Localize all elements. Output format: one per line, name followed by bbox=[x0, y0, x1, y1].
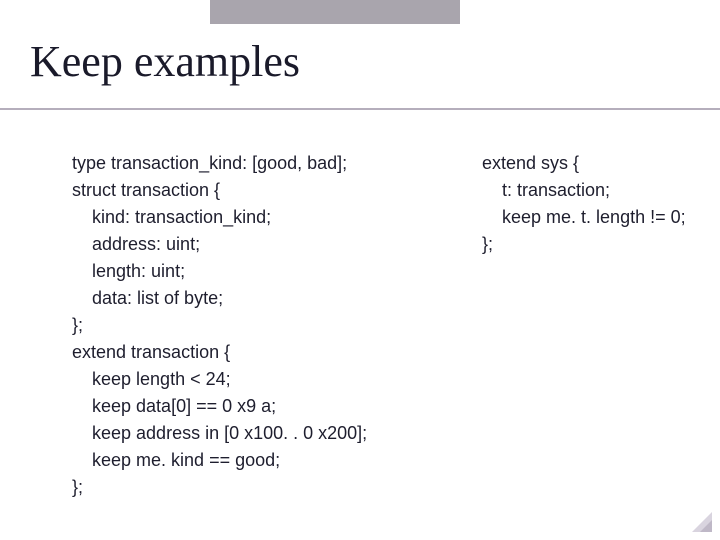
page-curl-icon bbox=[692, 512, 712, 532]
title-divider bbox=[0, 108, 720, 110]
top-accent-bar bbox=[210, 0, 460, 24]
code-column-right: extend sys { t: transaction; keep me. t.… bbox=[482, 150, 686, 501]
slide-body: type transaction_kind: [good, bad]; stru… bbox=[72, 150, 680, 501]
slide: Keep examples type transaction_kind: [go… bbox=[0, 0, 720, 540]
code-column-left: type transaction_kind: [good, bad]; stru… bbox=[72, 150, 442, 501]
slide-title: Keep examples bbox=[30, 36, 300, 87]
